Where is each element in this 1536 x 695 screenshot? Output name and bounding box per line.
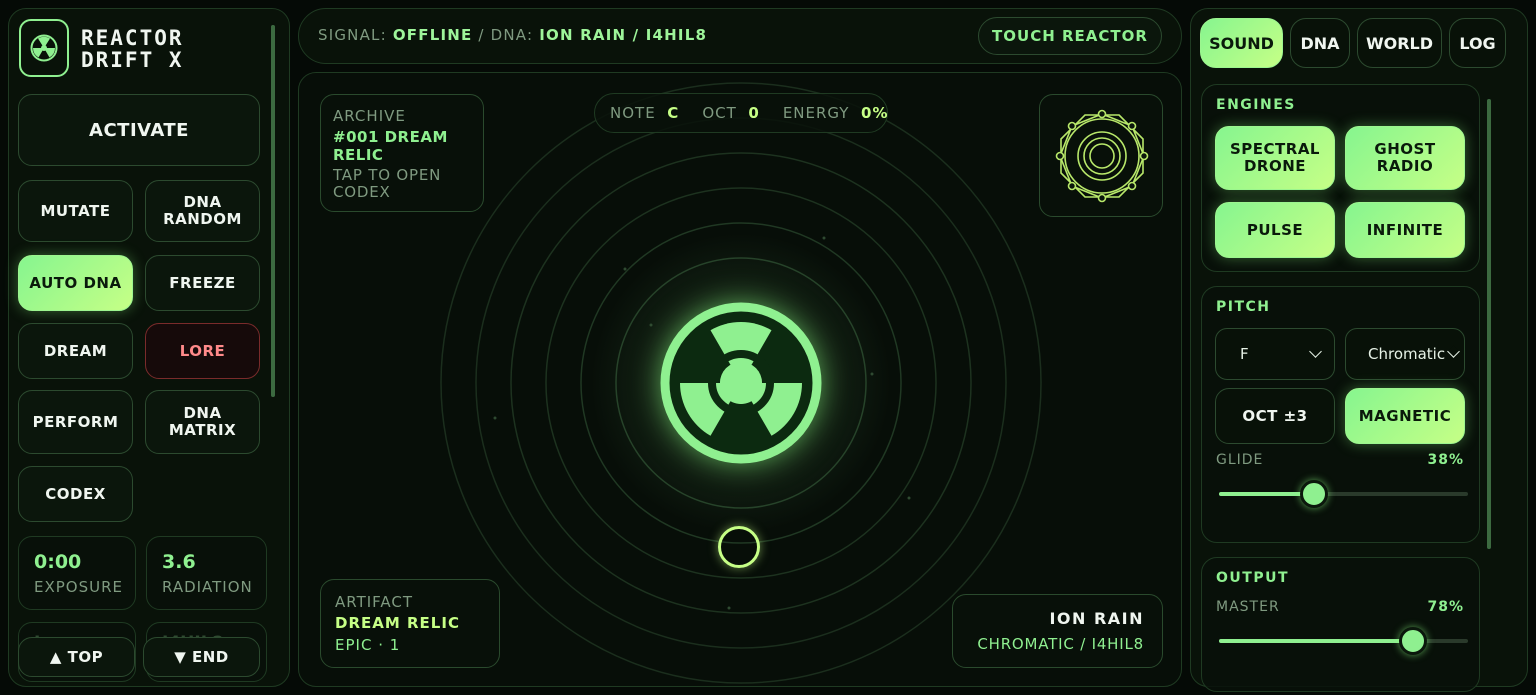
scale-value: Chromatic — [1368, 345, 1446, 363]
engine-spectral-drone-label: SPECTRAL DRONE — [1229, 140, 1320, 175]
engines-title: ENGINES — [1216, 97, 1296, 113]
oct-value: 0 — [748, 104, 760, 122]
exposure-label: EXPOSURE — [34, 578, 124, 596]
engine-pulse-button[interactable]: PULSE — [1215, 202, 1335, 258]
dream-button[interactable]: DREAM — [18, 323, 133, 379]
glide-slider[interactable] — [1219, 480, 1468, 508]
reactor-stage: NOTE C OCT 0 ENERGY 0% ARCHIVE #001 DREA… — [298, 72, 1182, 687]
radiation-icon — [660, 302, 822, 464]
artifact-name: DREAM RELIC — [335, 614, 460, 632]
glide-label: GLIDE — [1216, 452, 1264, 468]
perform-button[interactable]: PERFORM — [18, 390, 133, 454]
master-slider[interactable] — [1219, 627, 1468, 655]
exposure-stat: 0:00 EXPOSURE — [18, 536, 136, 610]
note-value: C — [667, 104, 680, 122]
artifact-card[interactable]: ARTIFACT DREAM RELIC EPIC · 1 — [320, 579, 500, 668]
engine-ghost-radio-button[interactable]: GHOST RADIO — [1345, 126, 1465, 190]
archive-card[interactable]: ARCHIVE #001 DREAM RELIC TAP TO OPEN COD… — [320, 94, 484, 212]
scroll-end-button[interactable]: ▼ END — [143, 637, 260, 677]
dna-value: ION RAIN / I4HIL8 — [539, 26, 708, 44]
radiation-stat: 3.6 RADIATION — [146, 536, 267, 610]
oct-label: OCT — [702, 104, 737, 122]
artifact-rarity: EPIC · 1 — [335, 636, 401, 654]
engine-spectral-drone-button[interactable]: SPECTRAL DRONE — [1215, 126, 1335, 190]
freeze-button[interactable]: FREEZE — [145, 255, 260, 311]
pitch-title: PITCH — [1216, 299, 1271, 315]
signal-status: SIGNAL: OFFLINE / DNA: ION RAIN / I4HIL8 — [318, 26, 707, 44]
sigil-card[interactable] — [1039, 94, 1163, 217]
preset-card: ION RAIN CHROMATIC / I4HIL8 — [952, 594, 1163, 668]
right-scrollbar[interactable] — [1487, 99, 1491, 549]
key-value: F — [1240, 345, 1249, 363]
energy-value: 0% — [861, 104, 889, 122]
tab-world[interactable]: WORLD — [1357, 18, 1442, 68]
sigil-icon — [1055, 109, 1149, 203]
dna-matrix-label: DNA MATRIX — [168, 404, 237, 439]
archive-title: #001 DREAM RELIC — [333, 128, 448, 164]
artifact-label: ARTIFACT — [335, 593, 414, 611]
tab-sound[interactable]: SOUND — [1200, 18, 1283, 68]
output-title: OUTPUT — [1216, 570, 1289, 586]
orbit-cursor[interactable] — [718, 526, 760, 568]
touch-reactor-button[interactable]: TOUCH REACTOR — [978, 17, 1162, 55]
app-logo-icon — [19, 19, 69, 77]
dna-random-button[interactable]: DNA RANDOM — [145, 180, 260, 242]
tab-dna[interactable]: DNA — [1290, 18, 1350, 68]
chevron-down-icon — [1447, 345, 1460, 358]
master-slider-fill — [1219, 639, 1414, 643]
scale-select[interactable]: Chromatic — [1345, 328, 1465, 380]
radiation-value: 3.6 — [162, 551, 196, 573]
signal-label: SIGNAL: — [318, 26, 387, 44]
dna-label: DNA: — [490, 26, 534, 44]
lore-button[interactable]: LORE — [145, 323, 260, 379]
signal-value: OFFLINE — [392, 26, 473, 44]
dna-random-label: DNA RANDOM — [163, 193, 242, 228]
app-title-line2: DRIFT X — [81, 48, 184, 72]
exposure-value: 0:00 — [34, 551, 82, 573]
mutate-button[interactable]: MUTATE — [18, 180, 133, 242]
preset-name: ION RAIN — [1049, 609, 1144, 628]
chevron-down-icon — [1309, 345, 1322, 358]
archive-hint: TAP TO OPEN CODEX — [333, 166, 442, 201]
note-label: NOTE — [610, 104, 656, 122]
dna-matrix-button[interactable]: DNA MATRIX — [145, 390, 260, 454]
master-value: 78% — [1427, 599, 1464, 615]
glide-slider-thumb[interactable] — [1299, 480, 1328, 508]
auto-dna-button[interactable]: AUTO DNA — [18, 255, 133, 311]
oct-range-button[interactable]: OCT ±3 — [1215, 388, 1335, 444]
app-title: REACTOR DRIFT X — [81, 27, 184, 71]
key-select[interactable]: F — [1215, 328, 1335, 380]
glide-value: 38% — [1427, 452, 1464, 468]
header-bar: SIGNAL: OFFLINE / DNA: ION RAIN / I4HIL8… — [298, 8, 1182, 64]
tab-log[interactable]: LOG — [1449, 18, 1506, 68]
activate-button[interactable]: ACTIVATE — [18, 94, 260, 166]
codex-button[interactable]: CODEX — [18, 466, 133, 522]
scroll-top-button[interactable]: ▲ TOP — [18, 637, 135, 677]
engine-infinite-button[interactable]: INFINITE — [1345, 202, 1465, 258]
radiation-label: RADIATION — [162, 578, 253, 596]
preset-detail: CHROMATIC / I4HIL8 — [977, 635, 1144, 653]
archive-label: ARCHIVE — [333, 107, 406, 125]
reactor-core[interactable] — [659, 301, 823, 465]
left-scrollbar[interactable] — [271, 25, 275, 397]
energy-label: ENERGY — [782, 104, 850, 122]
note-readout: NOTE C OCT 0 ENERGY 0% — [594, 93, 888, 133]
app-title-line1: REACTOR — [81, 26, 184, 50]
magnetic-button[interactable]: MAGNETIC — [1345, 388, 1465, 444]
header-separator: / — [478, 26, 485, 44]
master-label: MASTER — [1216, 599, 1280, 615]
engine-ghost-radio-label: GHOST RADIO — [1374, 140, 1436, 175]
